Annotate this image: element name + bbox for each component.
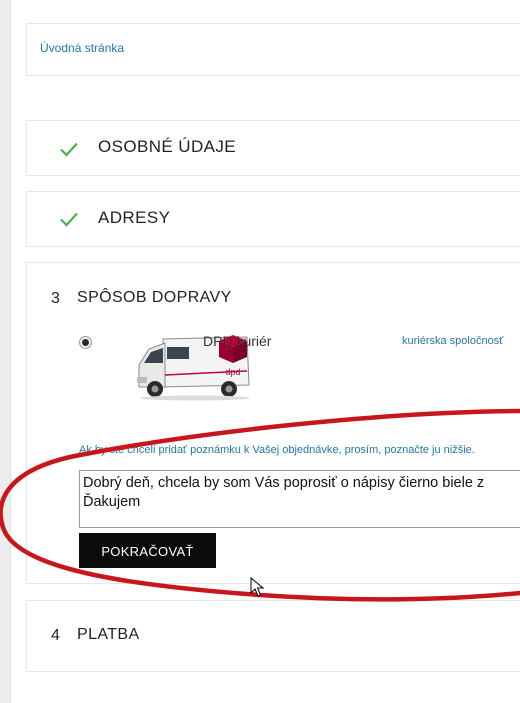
carrier-name: DPD kuriér <box>203 333 272 349</box>
checkmark-icon <box>60 142 78 157</box>
step-shipping-method: 3 SPÔSOB DOPRAVY dpd DPD kuriér kuriérsk… <box>26 262 520 584</box>
step-personal-info[interactable]: OSOBNÉ ÚDAJE <box>26 120 520 176</box>
order-note-label: Ak by ste chceli pridať poznámku k Vašej… <box>79 444 475 456</box>
left-page-edge <box>0 0 11 703</box>
step-number: 4 <box>51 627 60 644</box>
carrier-description: kuriérska spoločnosť <box>402 335 504 347</box>
radio-selected-dot <box>82 339 89 346</box>
step-payment[interactable]: 4 PLATBA <box>26 600 520 672</box>
carrier-radio-dpd[interactable] <box>79 336 92 349</box>
step-title-shipping: SPÔSOB DOPRAVY <box>77 289 232 306</box>
step-title-addresses: ADRESY <box>98 208 171 227</box>
breadcrumb-home-link[interactable]: Úvodná stránka <box>40 41 124 55</box>
checkout-main: Úvodná stránka OSOBNÉ ÚDAJE ADRESY 3 SPÔ… <box>11 0 520 703</box>
mouse-cursor-icon <box>250 577 264 597</box>
step-title-personal-info: OSOBNÉ ÚDAJE <box>98 137 236 156</box>
step-title-payment: PLATBA <box>77 626 140 643</box>
order-note-textarea[interactable]: Dobrý deň, chcela by som Vás poprosiť o … <box>79 470 520 528</box>
continue-button[interactable]: POKRAČOVAŤ <box>79 533 216 568</box>
step-addresses[interactable]: ADRESY <box>26 191 520 247</box>
step-number: 3 <box>51 290 60 307</box>
breadcrumb: Úvodná stránka <box>26 23 520 76</box>
checkmark-icon <box>60 212 78 227</box>
